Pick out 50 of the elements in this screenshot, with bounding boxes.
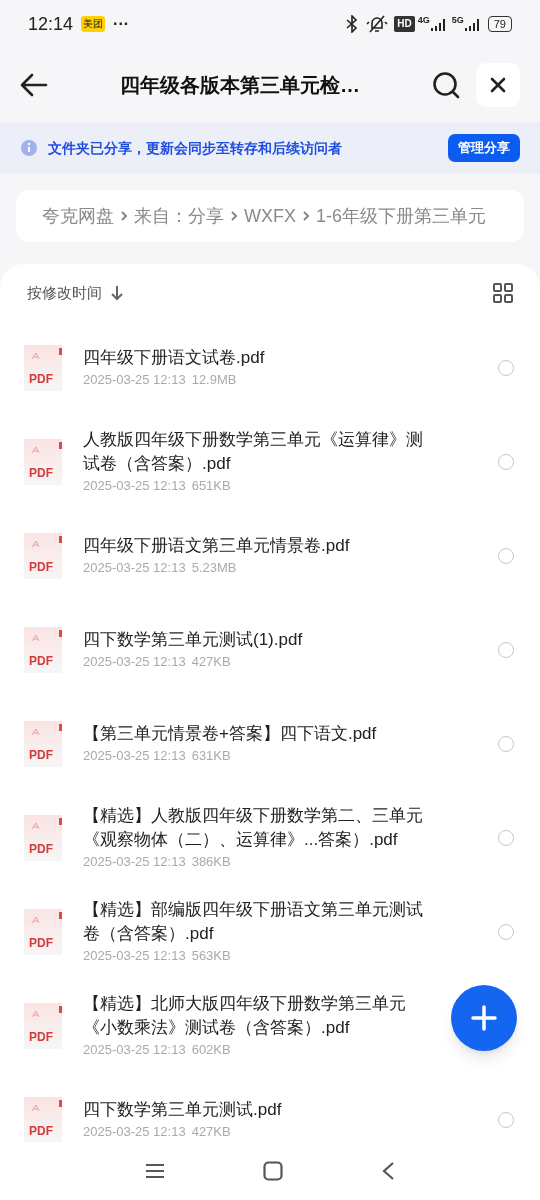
breadcrumb-item[interactable]: 1-6年级下册第三单元 bbox=[316, 202, 486, 230]
file-size: 651KB bbox=[191, 478, 231, 493]
page-title: 四年级各版本第三单元检… bbox=[120, 73, 360, 98]
file-date: 2025-03-25 12:13 bbox=[83, 654, 186, 669]
pdf-file-icon: PDF bbox=[24, 814, 62, 861]
file-name[interactable]: 四下数学第三单元测试.pdf bbox=[83, 1098, 432, 1122]
more-notifications: ··· bbox=[113, 14, 130, 34]
file-name[interactable]: 人教版四年级下册数学第三单元《运算律》测试卷（含答案）.pdf bbox=[83, 428, 432, 476]
file-date: 2025-03-25 12:13 bbox=[83, 748, 186, 763]
file-size: 631KB bbox=[191, 748, 231, 763]
file-size: 563KB bbox=[191, 948, 231, 963]
hd-badge: HD bbox=[394, 16, 415, 32]
breadcrumb-item[interactable]: 夸克网盘 bbox=[42, 202, 114, 230]
battery-indicator: 79 bbox=[487, 16, 512, 32]
file-size: 5.23MB bbox=[191, 560, 237, 575]
pdf-file-icon: PDF bbox=[24, 908, 62, 955]
file-name[interactable]: 【精选】北师大版四年级下册数学第三单元《小数乘法》测试卷（含答案）.pdf bbox=[83, 992, 432, 1040]
file-date: 2025-03-25 12:13 bbox=[83, 854, 186, 869]
app-badge: 美团 bbox=[81, 16, 106, 32]
file-date: 2025-03-25 12:13 bbox=[83, 1042, 186, 1057]
network-label: 5G bbox=[451, 14, 464, 27]
file-size: 12.9MB bbox=[191, 372, 237, 387]
file-name[interactable]: 四年级下册语文试卷.pdf bbox=[83, 346, 432, 370]
share-message: 文件夹已分享，更新会同步至转存和后续访问者 bbox=[48, 138, 343, 158]
clock: 12:14 bbox=[28, 12, 74, 36]
file-size: 386KB bbox=[191, 854, 231, 869]
pdf-file-icon: PDF bbox=[24, 626, 62, 673]
file-date: 2025-03-25 12:13 bbox=[83, 560, 186, 575]
file-name[interactable]: 四年级下册语文第三单元情景卷.pdf bbox=[83, 534, 432, 558]
file-name[interactable]: 【精选】人教版四年级下册数学第二、三单元《观察物体（二）、运算律》...答案）.pdf bbox=[83, 804, 432, 852]
pdf-file-icon: PDF bbox=[24, 1096, 62, 1143]
network-label: 4G bbox=[417, 14, 430, 27]
pdf-file-icon: PDF bbox=[24, 720, 62, 767]
file-date: 2025-03-25 12:13 bbox=[83, 1124, 186, 1139]
file-size: 427KB bbox=[191, 1124, 231, 1139]
file-size: 427KB bbox=[191, 654, 231, 669]
pdf-file-icon: PDF bbox=[24, 344, 62, 391]
pdf-file-icon: PDF bbox=[24, 438, 62, 485]
file-date: 2025-03-25 12:13 bbox=[83, 948, 186, 963]
breadcrumb-item[interactable]: 来自：分享 bbox=[134, 202, 224, 230]
pdf-file-icon: PDF bbox=[24, 532, 62, 579]
file-date: 2025-03-25 12:13 bbox=[83, 372, 186, 387]
sort-label[interactable]: 按修改时间 bbox=[27, 282, 102, 305]
file-name[interactable]: 【第三单元情景卷+答案】四下语文.pdf bbox=[83, 722, 432, 746]
file-date: 2025-03-25 12:13 bbox=[83, 478, 186, 493]
manage-share-button[interactable]: 管理分享 bbox=[448, 134, 520, 162]
file-name[interactable]: 【精选】部编版四年级下册语文第三单元测试卷（含答案）.pdf bbox=[83, 898, 432, 946]
file-size: 602KB bbox=[191, 1042, 231, 1057]
file-name[interactable]: 四下数学第三单元测试(1).pdf bbox=[83, 628, 432, 652]
pdf-file-icon: PDF bbox=[24, 1002, 62, 1049]
